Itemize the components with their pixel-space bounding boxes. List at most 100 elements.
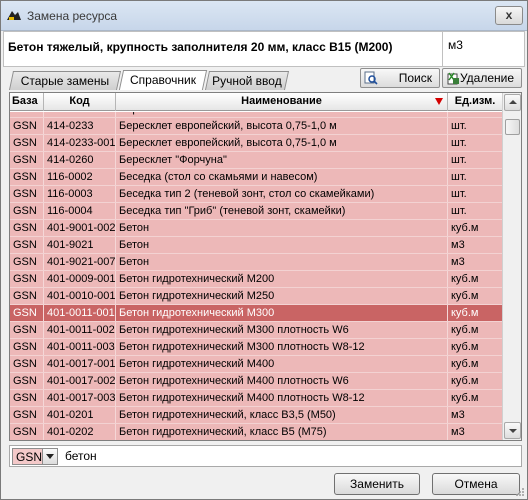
cell-code: 414-0233 [44, 118, 116, 134]
cell-code: 401-0011-001 [44, 305, 116, 321]
cell-name: Бетон гидротехнический М400 плотность W8… [116, 390, 448, 406]
cell-unit: шт. [451, 137, 467, 149]
tab-old-replacements-label: Старые замены [20, 74, 110, 88]
cell-code: 401-0011-002 [44, 322, 116, 338]
table-row[interactable]: GSN 401-0009-001 Бетон гидротехнический М2… [10, 271, 502, 288]
cell-code: 414-0242-001 [44, 112, 116, 117]
cell-code: 414-0233-001 [44, 135, 116, 151]
cell-name: Бетон гидротехнический М400 плотность W6 [116, 373, 448, 389]
cell-base: GSN [10, 288, 44, 304]
chevron-down-icon [46, 454, 54, 459]
cell-unit: куб.м [451, 307, 479, 319]
base-select-value: GSN [16, 450, 43, 464]
tab-reference-label: Справочник [130, 73, 196, 87]
resize-grip-icon[interactable] [515, 487, 525, 497]
cell-base: GSN [10, 407, 44, 423]
search-input[interactable] [65, 448, 515, 464]
cell-code: 401-0017-002 [44, 373, 116, 389]
cell-name: Беседка тип 2 (теневой зонт, стол со ска… [116, 186, 448, 202]
vertical-scrollbar[interactable] [502, 93, 521, 440]
base-dropdown-button[interactable] [42, 449, 57, 464]
cell-code: 401-0017-001 [44, 356, 116, 372]
cell-name: Беседка тип "Гриб" (теневой зонт, скамей… [116, 203, 448, 219]
cell-name: Бетон гидротехнический М400 [116, 356, 448, 372]
delete-icon [447, 72, 459, 85]
replace-button[interactable]: Заменить [334, 473, 420, 495]
table-row[interactable]: GSN 116-0004 Беседка тип "Гриб" (теневой з… [10, 203, 502, 220]
cell-name: Бетон гидротехнический М200 [116, 271, 448, 287]
cell-unit: м3 [451, 409, 465, 421]
column-header-name[interactable]: Наименование [116, 93, 448, 111]
cell-name: Бетон гидротехнический М300 [116, 305, 448, 321]
cell-base: GSN [10, 390, 44, 406]
cell-name: Бересклет "Форчуна" [116, 152, 448, 168]
column-header-unit[interactable]: Ед.изм. [448, 93, 502, 111]
cell-base: GSN [10, 203, 44, 219]
resource-table: База Код Наименование Ед.изм. GSN414-024… [9, 92, 522, 441]
tab-reference[interactable]: Справочник [118, 70, 208, 90]
scroll-thumb[interactable] [505, 119, 520, 135]
cell-unit: куб.м [451, 358, 479, 370]
cell-unit: шт. [451, 154, 467, 166]
cell-unit: куб.м [451, 290, 479, 302]
table-row[interactable]: GSN 401-9021-007 Бетон м3 [10, 254, 502, 271]
scroll-down-button[interactable] [504, 422, 521, 439]
cell-code: 401-0017-003 [44, 390, 116, 406]
cell-base: GSN [10, 152, 44, 168]
cell-unit: шт. [448, 112, 502, 117]
table-row[interactable]: GSN 414-0233 Бересклет европейский, высота… [10, 118, 502, 135]
table-row[interactable]: GSN 401-0202 Бетон гидротехнический, класс… [10, 424, 502, 440]
cell-name: Бетон [116, 220, 448, 236]
delete-button-label: Удаление [459, 71, 514, 85]
cancel-button[interactable]: Отмена [432, 473, 520, 495]
table-row[interactable]: GSN 401-0011-003 Бетон гидротехнический М3… [10, 339, 502, 356]
cell-name: Бетон гидротехнический М300 плотность W6 [116, 322, 448, 338]
scroll-up-button[interactable] [504, 94, 521, 111]
cell-base: GSN [10, 118, 44, 134]
cell-base: GSN [10, 169, 44, 185]
resource-unit-box: м3 [442, 31, 525, 67]
table-row[interactable]: GSN 401-0011-002 Бетон гидротехнический М3… [10, 322, 502, 339]
table-row[interactable]: GSN 116-0003 Беседка тип 2 (теневой зонт, … [10, 186, 502, 203]
table-row[interactable]: GSN 401-0017-002 Бетон гидротехнический М4… [10, 373, 502, 390]
cell-name: Бетон гидротехнический М250 [116, 288, 448, 304]
table-row[interactable]: GSN 401-0017-003 Бетон гидротехнический М4… [10, 390, 502, 407]
base-select[interactable]: GSN [12, 448, 58, 465]
cell-name: Бересклет европейский, высота 0,75-1,0 м [116, 135, 448, 151]
cell-base: GSN [10, 339, 44, 355]
column-header-base[interactable]: База [10, 93, 44, 111]
delete-button[interactable]: Удаление [442, 68, 522, 88]
arrow-down-icon [509, 429, 517, 433]
cell-unit: куб.м [451, 324, 479, 336]
resource-name-box: Бетон тяжелый, крупность заполнителя 20 … [3, 31, 443, 67]
cell-unit: шт. [451, 205, 467, 217]
close-button[interactable]: x [495, 6, 523, 25]
cell-base: GSN [10, 322, 44, 338]
table-row[interactable]: GSN 401-0201 Бетон гидротехнический, класс… [10, 407, 502, 424]
cell-base: GSN [10, 305, 44, 321]
table-row[interactable]: GSN 414-0260 Бересклет "Форчуна" шт. [10, 152, 502, 169]
search-button[interactable]: Поиск [360, 68, 440, 88]
table-header: База Код Наименование Ед.изм. [10, 93, 502, 111]
cell-name: Бетон гидротехнический, класс В3,5 (М50) [116, 407, 448, 423]
table-row[interactable]: GSN 116-0002 Беседка (стол со скамьями и н… [10, 169, 502, 186]
table-row-selected[interactable]: GSN 401-0011-001 Бетон гидротехнический М3… [10, 305, 502, 322]
title-bar[interactable]: Замена ресурса x [1, 1, 527, 31]
search-button-label: Поиск [398, 71, 432, 85]
cell-code: 401-0201 [44, 407, 116, 423]
table-row[interactable]: GSN 401-9001-002 Бетон куб.м [10, 220, 502, 237]
table-rows: GSN414-0242-001Бересклетшт.GSN414-0233Бе… [10, 112, 502, 440]
tab-old-replacements[interactable]: Старые замены [8, 71, 122, 90]
cell-unit: куб.м [451, 375, 479, 387]
tab-manual-entry-label: Ручной ввод [212, 74, 282, 88]
table-row[interactable]: GSN 401-9021 Бетон м3 [10, 237, 502, 254]
cell-unit: шт. [451, 188, 467, 200]
table-row[interactable]: GSN 401-0010-001 Бетон гидротехнический М2… [10, 288, 502, 305]
column-header-code[interactable]: Код [44, 93, 116, 111]
table-row[interactable]: GSN 414-0233-001 Бересклет европейский, вы… [10, 135, 502, 152]
table-row[interactable]: GSN 401-0017-001 Бетон гидротехнический М4… [10, 356, 502, 373]
app-icon [7, 11, 21, 20]
tab-manual-entry[interactable]: Ручной ввод [204, 71, 290, 90]
cell-name: Бетон [116, 254, 448, 270]
cell-name: Бересклет [116, 112, 448, 117]
